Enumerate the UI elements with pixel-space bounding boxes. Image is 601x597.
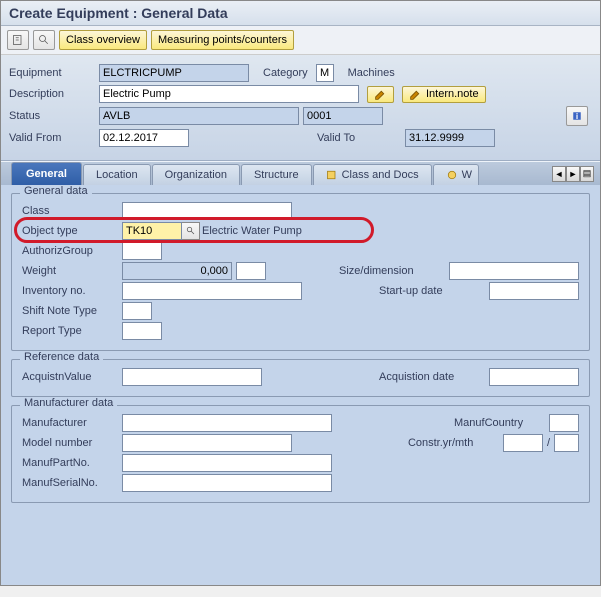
part-label: ManufPartNo. xyxy=(22,457,122,469)
w-tab-icon xyxy=(446,169,458,181)
constr-mth-input[interactable] xyxy=(554,434,579,452)
general-data-legend: General data xyxy=(20,185,92,197)
acq-value-label: AcquistnValue xyxy=(22,371,122,383)
acq-date-input[interactable] xyxy=(489,368,579,386)
constr-label: Constr.yr/mth xyxy=(408,437,503,449)
manufacturer-data-group: Manufacturer data Manufacturer ManufCoun… xyxy=(11,405,590,503)
category-input[interactable] xyxy=(316,64,334,82)
header-area: Equipment Category Machines Description … xyxy=(1,55,600,161)
description-label: Description xyxy=(9,88,99,100)
tab-strip: General Location Organization Structure … xyxy=(1,161,600,185)
tab-organization[interactable]: Organization xyxy=(152,164,240,185)
tab-scroll-left[interactable]: ◄ xyxy=(552,166,566,182)
category-text: Machines xyxy=(348,67,395,79)
class-docs-icon xyxy=(326,169,338,181)
inventory-label: Inventory no. xyxy=(22,285,122,297)
svg-text:i: i xyxy=(576,112,578,121)
description-input[interactable] xyxy=(99,85,359,103)
equipment-input[interactable] xyxy=(99,64,249,82)
valid-from-label: Valid From xyxy=(9,132,99,144)
weight-label: Weight xyxy=(22,265,122,277)
model-input[interactable] xyxy=(122,434,292,452)
tab-general[interactable]: General xyxy=(11,162,82,185)
class-label: Class xyxy=(22,205,122,217)
report-label: Report Type xyxy=(22,325,122,337)
manuf-country-input[interactable] xyxy=(549,414,579,432)
object-type-label: Object type xyxy=(22,225,122,237)
reference-data-legend: Reference data xyxy=(20,351,103,363)
manuf-country-label: ManufCountry xyxy=(454,417,549,429)
toolbar: Class overview Measuring points/counters xyxy=(1,26,600,55)
size-label: Size/dimension xyxy=(339,265,449,277)
constr-sep: / xyxy=(547,437,550,449)
toolbar-icon-1[interactable] xyxy=(7,30,29,50)
status-code-input xyxy=(303,107,383,125)
class-input[interactable] xyxy=(122,202,292,220)
tab-body: General data Class Object type Electric … xyxy=(1,185,600,585)
intern-note-button[interactable]: Intern.note xyxy=(402,86,486,103)
tab-w[interactable]: W xyxy=(433,164,479,185)
weight-unit-input[interactable] xyxy=(236,262,266,280)
report-input[interactable] xyxy=(122,322,162,340)
class-overview-button[interactable]: Class overview xyxy=(59,30,147,50)
reference-data-group: Reference data AcquistnValue Acquistion … xyxy=(11,359,590,397)
manuf-input[interactable] xyxy=(122,414,332,432)
authgrp-input[interactable] xyxy=(122,242,162,260)
inventory-input[interactable] xyxy=(122,282,302,300)
manufacturer-data-legend: Manufacturer data xyxy=(20,397,117,409)
status-label: Status xyxy=(9,110,99,122)
description-edit-icon[interactable] xyxy=(367,86,394,103)
startup-input[interactable] xyxy=(489,282,579,300)
status-info-icon[interactable]: i xyxy=(566,106,588,126)
tab-scroll-right[interactable]: ► xyxy=(566,166,580,182)
size-input[interactable] xyxy=(449,262,579,280)
tab-structure[interactable]: Structure xyxy=(241,164,312,185)
serial-label: ManufSerialNo. xyxy=(22,477,122,489)
status-input xyxy=(99,107,299,125)
category-label: Category xyxy=(263,67,308,79)
weight-input[interactable] xyxy=(122,262,232,280)
authgrp-label: AuthorizGroup xyxy=(22,245,122,257)
page-title: Create Equipment : General Data xyxy=(1,1,600,26)
object-type-input[interactable] xyxy=(122,222,182,240)
shift-label: Shift Note Type xyxy=(22,305,122,317)
object-type-f4-icon[interactable] xyxy=(182,222,200,240)
valid-from-input[interactable] xyxy=(99,129,189,147)
serial-input[interactable] xyxy=(122,474,332,492)
shift-input[interactable] xyxy=(122,302,152,320)
measuring-points-button[interactable]: Measuring points/counters xyxy=(151,30,294,50)
tab-location[interactable]: Location xyxy=(83,164,151,185)
acq-date-label: Acquistion date xyxy=(379,371,489,383)
object-type-text: Electric Water Pump xyxy=(202,225,302,237)
part-input[interactable] xyxy=(122,454,332,472)
manuf-label: Manufacturer xyxy=(22,417,122,429)
model-label: Model number xyxy=(22,437,122,449)
tab-class-and-docs[interactable]: Class and Docs xyxy=(313,164,432,185)
valid-to-input xyxy=(405,129,495,147)
toolbar-icon-2[interactable] xyxy=(33,30,55,50)
general-data-group: General data Class Object type Electric … xyxy=(11,193,590,351)
valid-to-label: Valid To xyxy=(317,132,397,144)
constr-yr-input[interactable] xyxy=(503,434,543,452)
startup-label: Start-up date xyxy=(379,285,489,297)
equipment-label: Equipment xyxy=(9,67,99,79)
intern-note-label: Intern.note xyxy=(426,88,479,100)
acq-value-input[interactable] xyxy=(122,368,262,386)
tab-list-button[interactable]: ▤ xyxy=(580,166,594,182)
